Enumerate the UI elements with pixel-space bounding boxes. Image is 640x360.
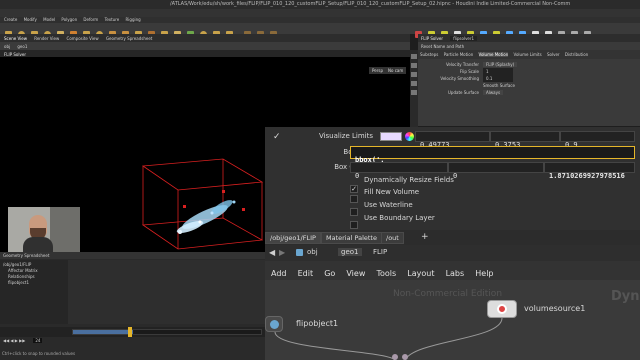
node-wires xyxy=(274,317,503,360)
shelf: Create Modify Model Polygon Deform Textu… xyxy=(0,17,410,38)
path-obj[interactable]: obj xyxy=(4,44,10,49)
timeline-bar[interactable] xyxy=(72,329,262,335)
play-controls[interactable]: ◀◀ ◀ ▶ ▶▶ xyxy=(0,338,25,343)
shelf-tab-polygon[interactable]: Polygon xyxy=(61,17,77,22)
ptab-distribution[interactable]: Distribution xyxy=(565,52,588,57)
shelf-tab-create[interactable]: Create xyxy=(4,17,17,22)
tab-network-flip[interactable]: /obj/geo1/FLIP xyxy=(265,232,321,244)
network-path-bar: ◀ ▶ obj geo1 FLIP xyxy=(265,245,640,261)
volume-limits-params: ✓ Visualize Limits 0.49773 0.3753 0.9 Bo… xyxy=(265,127,640,230)
ptab-substeps[interactable]: Substeps xyxy=(420,52,438,57)
tab-out[interactable]: /out xyxy=(381,232,404,244)
shelf-tab-modify[interactable]: Modify xyxy=(24,17,37,22)
param-row: Flip Scale 1 xyxy=(421,68,637,75)
window-controls[interactable] xyxy=(619,2,637,17)
shelf-tab-texture[interactable]: Texture xyxy=(105,17,120,22)
smooth-surface-toggle[interactable]: Smooth Surface xyxy=(483,83,515,88)
tab-render-view[interactable]: Render View xyxy=(34,36,59,41)
box-center-x-field[interactable]: 0 xyxy=(350,162,448,180)
checkbox-box[interactable] xyxy=(350,221,358,229)
ptab-solver[interactable]: Solver xyxy=(547,52,560,57)
viewer-path-bar: obj geo1 xyxy=(0,42,410,50)
tab-geometry-spreadsheet[interactable]: Geometry Spreadsheet xyxy=(106,36,152,41)
tab-material-palette[interactable]: Material Palette xyxy=(321,232,382,244)
node-type-label: FLIP Solver xyxy=(421,36,443,41)
ptab-volume-limits[interactable]: Volume Limits xyxy=(514,52,542,57)
flip-particles xyxy=(176,200,236,234)
wireframe-icon[interactable] xyxy=(411,72,417,77)
shelf-tab-deform[interactable]: Deform xyxy=(83,17,98,22)
spreadsheet-area xyxy=(68,260,265,324)
shelf-tab-model[interactable]: Model xyxy=(43,17,55,22)
spreadsheet-header[interactable]: Geometry Spreadsheet xyxy=(0,252,265,259)
network-menu-bar: Add Edit Go View Tools Layout Labs Help xyxy=(265,261,640,280)
visualize-limits-label: Visualize Limits xyxy=(318,132,373,140)
obj-context-icon xyxy=(296,249,303,256)
color-picker-icon[interactable] xyxy=(405,132,414,141)
visualize-y-field[interactable]: 0.3753 xyxy=(490,131,560,149)
shading-icon[interactable] xyxy=(411,63,417,68)
camera-menu[interactable]: No cam xyxy=(385,67,407,74)
lighting-icon[interactable] xyxy=(411,90,417,95)
forward-arrow-icon[interactable]: ▶ xyxy=(279,248,285,257)
title-bar: /ATLAS/Work/edu/sh/work_files/FLIP/FLIP_… xyxy=(0,0,640,17)
box-center-y-field[interactable]: 0 xyxy=(448,162,544,180)
visualize-x-field[interactable]: 0.49773 xyxy=(415,131,490,149)
display-option-icon[interactable] xyxy=(411,54,417,59)
box-size-expression-field[interactable]: bbox('. xyxy=(350,146,635,164)
path-item-geo1[interactable]: geo1 xyxy=(338,248,362,256)
node-name-field[interactable]: flipsolver1 xyxy=(450,36,478,41)
timeline-pane: Geometry Spreadsheet /obj/geo1/FLIP Affe… xyxy=(0,252,265,360)
parameter-pane-top: FLIP Solver flipsolver1 Reset Name and P… xyxy=(418,34,640,126)
param-row: Update Surface Always xyxy=(421,89,637,96)
node-output-dot[interactable] xyxy=(392,354,398,360)
frame-field[interactable]: 24 xyxy=(33,338,43,343)
tab-scene-view[interactable]: Scene View xyxy=(4,36,27,41)
visualize-color-swatch[interactable] xyxy=(380,132,402,141)
webcam-overlay xyxy=(8,207,80,252)
param-row: Velocity Smoothing 0.1 xyxy=(421,75,637,82)
update-surface-menu[interactable]: Always xyxy=(483,90,504,95)
bbox-wireframe xyxy=(141,158,264,250)
path-item-flip[interactable]: FLIP xyxy=(373,248,387,256)
velocity-transfer-menu[interactable]: FLIP (Splashy) xyxy=(483,62,518,67)
network-editor[interactable]: Non-Commercial Edition Dynamic flipobjec… xyxy=(265,280,640,360)
back-arrow-icon[interactable]: ◀ xyxy=(269,248,275,257)
pane-tabs: Scene View Render View Composite View Ge… xyxy=(0,34,410,42)
tab-composite-view[interactable]: Composite View xyxy=(67,36,99,41)
window-title: /ATLAS/Work/edu/sh/work_files/FLIP/FLIP_… xyxy=(170,1,570,7)
frame-marker[interactable] xyxy=(128,327,132,337)
persp-menu[interactable]: Persp xyxy=(369,67,386,74)
flip-scale-field[interactable]: 1 xyxy=(483,68,513,75)
dop-tree: /obj/geo1/FLIP Affector Matrix Relations… xyxy=(0,260,68,324)
path-geo1[interactable]: geo1 xyxy=(17,44,27,49)
box-center-z-field[interactable]: 1.8710269927978516 xyxy=(544,162,635,180)
tree-item[interactable]: flipobject1 xyxy=(3,280,65,286)
reset-name-label[interactable]: Reset Name and Path xyxy=(421,44,464,49)
ptab-particle-motion[interactable]: Particle Motion xyxy=(444,52,474,57)
lights-shelf xyxy=(410,17,640,38)
visualize-z-field[interactable]: 0.9 xyxy=(560,131,635,149)
use-waterline-label: Use Waterline xyxy=(364,201,413,209)
shelf-tab-rigging[interactable]: Rigging xyxy=(126,17,141,22)
network-tabs: /obj/geo1/FLIP Material Palette /out + xyxy=(265,230,640,245)
fill-new-volume-label: Fill New Volume xyxy=(364,188,420,196)
menu-bar: File Edit Render Assets Windows Arnold H… xyxy=(0,9,640,28)
use-boundary-layer-label: Use Boundary Layer xyxy=(364,214,435,222)
status-bar: Ctrl+click to snap to rounded values xyxy=(2,351,76,356)
checkmark-icon[interactable]: ✓ xyxy=(273,132,281,142)
ghost-icon[interactable] xyxy=(411,81,417,86)
resize-fields-label: Dynamically Resize Fields xyxy=(364,176,454,184)
param-row: Smooth Surface xyxy=(421,82,637,89)
path-item-obj[interactable]: obj xyxy=(307,248,318,256)
add-tab-button[interactable]: + xyxy=(421,232,429,242)
ptab-volume-motion[interactable]: Volume Motion xyxy=(478,52,509,57)
param-row: Velocity Transfer FLIP (Splashy) xyxy=(421,61,637,68)
velocity-smoothing-field[interactable]: 0.1 xyxy=(483,75,513,82)
node-output-dot[interactable] xyxy=(402,354,408,360)
